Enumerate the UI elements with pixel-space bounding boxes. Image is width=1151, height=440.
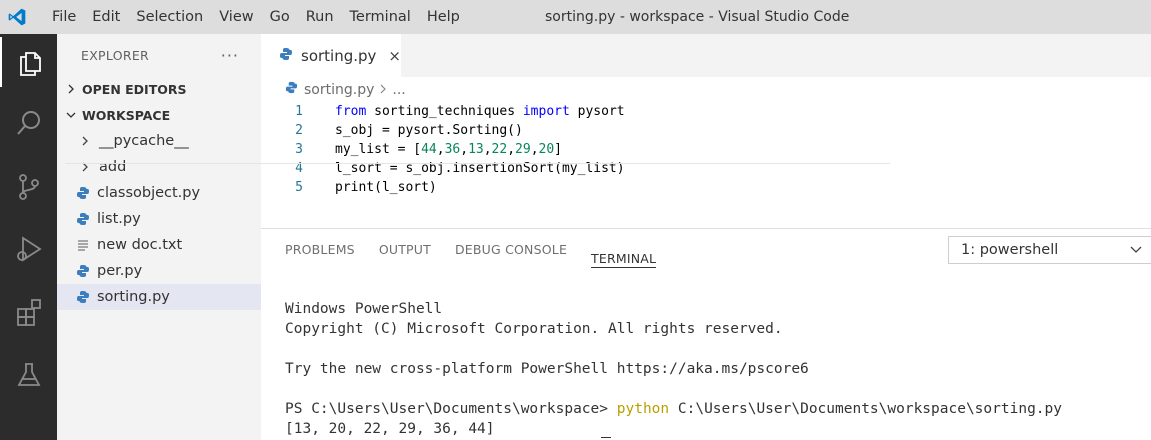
python-file-icon — [285, 81, 298, 98]
terminal-line: Try the new cross-platform PowerShell ht… — [285, 361, 809, 377]
editor-tabs: sorting.py × — [261, 34, 1151, 77]
tree-item-label: sorting.py — [97, 289, 170, 305]
testing-icon[interactable] — [0, 350, 57, 400]
menu-terminal[interactable]: Terminal — [342, 0, 419, 34]
breadcrumb: sorting.py ... — [261, 77, 1151, 102]
code-line-text: my_list = [44,36,13,22,29,20] — [335, 142, 562, 157]
chevron-down-icon — [1129, 242, 1143, 260]
extensions-icon[interactable] — [0, 287, 57, 337]
code-line: 3 my_list = [44,36,13,22,29,20] — [261, 140, 1151, 159]
tree-item-label: list.py — [97, 211, 141, 227]
chevron-right-icon — [77, 133, 93, 149]
tree-item-label: new doc.txt — [97, 237, 183, 253]
vscode-logo-icon — [0, 0, 34, 34]
python-file-icon — [279, 47, 293, 65]
explorer-sidebar: EXPLORER ··· OPEN EDITORS WORKSPACE __py… — [57, 34, 261, 440]
window-title: sorting.py - workspace - Visual Studio C… — [545, 9, 850, 25]
line-number: 4 — [295, 161, 303, 176]
line-number: 2 — [295, 123, 303, 138]
code-line-text: l_sort = s_obj.insertionSort(my_list) — [335, 161, 625, 176]
chevron-right-icon — [77, 159, 93, 175]
chevron-right-icon — [63, 84, 79, 94]
explorer-header: EXPLORER ··· — [57, 34, 261, 76]
tab-problems[interactable]: PROBLEMS — [285, 229, 355, 271]
terminal-command-line: PS C:\Users\User\Documents\workspace> py… — [285, 399, 1062, 419]
line-number: 1 — [295, 104, 303, 119]
menu-view[interactable]: View — [211, 0, 261, 34]
code-editor[interactable]: 1 from sorting_techniques import pysort … — [261, 102, 1151, 198]
python-file-icon — [75, 185, 91, 201]
terminal-command: python — [616, 401, 670, 417]
more-actions-button[interactable]: ··· — [221, 46, 239, 65]
tab-label: sorting.py — [301, 46, 377, 65]
bottom-panel: PROBLEMS OUTPUT DEBUG CONSOLE TERMINAL 1… — [261, 228, 1151, 440]
source-control-icon[interactable] — [0, 162, 57, 212]
code-line: 2 s_obj = pysort.Sorting() — [261, 121, 1151, 140]
terminal-cursor — [601, 437, 611, 438]
activity-bar — [0, 34, 57, 440]
explorer-icon[interactable] — [0, 37, 57, 87]
tab-debug-console[interactable]: DEBUG CONSOLE — [455, 229, 567, 271]
python-file-icon — [75, 263, 91, 279]
tree-folder-pycache[interactable]: __pycache__ — [57, 128, 261, 154]
workspace-label: WORKSPACE — [82, 107, 171, 123]
terminal-line: Windows PowerShell — [285, 301, 443, 317]
tab-sorting-py[interactable]: sorting.py × — [261, 34, 401, 77]
current-line-divider — [65, 163, 890, 164]
line-number: 3 — [295, 142, 303, 157]
code-line: 4 l_sort = s_obj.insertionSort(my_list) — [261, 159, 1151, 178]
search-icon[interactable] — [0, 98, 57, 148]
menu-go[interactable]: Go — [262, 0, 298, 34]
menu-selection[interactable]: Selection — [128, 0, 211, 34]
tree-file-list[interactable]: list.py — [57, 206, 261, 232]
tree-file-sorting[interactable]: sorting.py — [57, 284, 261, 310]
workspace-section[interactable]: WORKSPACE — [57, 102, 261, 128]
text-file-icon — [75, 237, 91, 253]
open-editors-section[interactable]: OPEN EDITORS — [57, 76, 261, 102]
code-line-text: from sorting_techniques import pysort — [335, 104, 625, 119]
tree-item-label: add — [99, 159, 127, 175]
menu-help[interactable]: Help — [419, 0, 468, 34]
open-editors-label: OPEN EDITORS — [82, 81, 187, 97]
tree-file-classobject[interactable]: classobject.py — [57, 180, 261, 206]
code-line: 1 from sorting_techniques import pysort — [261, 102, 1151, 121]
tree-file-per[interactable]: per.py — [57, 258, 261, 284]
menu-file[interactable]: File — [44, 0, 84, 34]
code-line-text: s_obj = pysort.Sorting() — [335, 123, 523, 138]
code-line: 5 print(l_sort) — [261, 178, 1151, 197]
tab-output[interactable]: OUTPUT — [379, 229, 431, 271]
terminal-select-value: 1: powershell — [961, 242, 1059, 258]
python-file-icon — [75, 211, 91, 227]
tree-item-label: classobject.py — [97, 185, 201, 201]
title-bar: File Edit Selection View Go Run Terminal… — [0, 0, 1151, 34]
terminal-output[interactable]: Windows PowerShell Copyright (C) Microso… — [285, 299, 1062, 439]
menu-run[interactable]: Run — [298, 0, 342, 34]
explorer-title: EXPLORER — [81, 47, 150, 63]
python-file-icon — [75, 289, 91, 305]
tab-terminal[interactable]: TERMINAL — [591, 238, 657, 268]
terminal-command-args: C:\Users\User\Documents\workspace\sortin… — [677, 401, 1062, 417]
terminal-prompt: PS C:\Users\User\Documents\workspace> — [285, 401, 609, 417]
tree-folder-add[interactable]: add — [57, 154, 261, 180]
menu-bar: File Edit Selection View Go Run Terminal… — [44, 0, 468, 34]
terminal-line: Copyright (C) Microsoft Corporation. All… — [285, 321, 783, 337]
breadcrumb-file[interactable]: sorting.py — [304, 82, 374, 98]
tree-item-label: __pycache__ — [99, 133, 189, 149]
line-number: 5 — [295, 180, 303, 195]
terminal-select[interactable]: 1: powershell — [948, 236, 1151, 264]
chevron-down-icon — [63, 110, 79, 120]
close-icon[interactable]: × — [388, 47, 401, 65]
code-line-text: print(l_sort) — [335, 180, 437, 195]
terminal-line: [13, 20, 22, 29, 36, 44] — [285, 421, 495, 437]
tree-item-label: per.py — [97, 263, 143, 279]
run-debug-icon[interactable] — [0, 224, 57, 274]
breadcrumb-symbol[interactable]: ... — [392, 82, 405, 98]
chevron-right-icon — [379, 82, 387, 98]
tree-file-new-doc[interactable]: new doc.txt — [57, 232, 261, 258]
menu-edit[interactable]: Edit — [84, 0, 128, 34]
